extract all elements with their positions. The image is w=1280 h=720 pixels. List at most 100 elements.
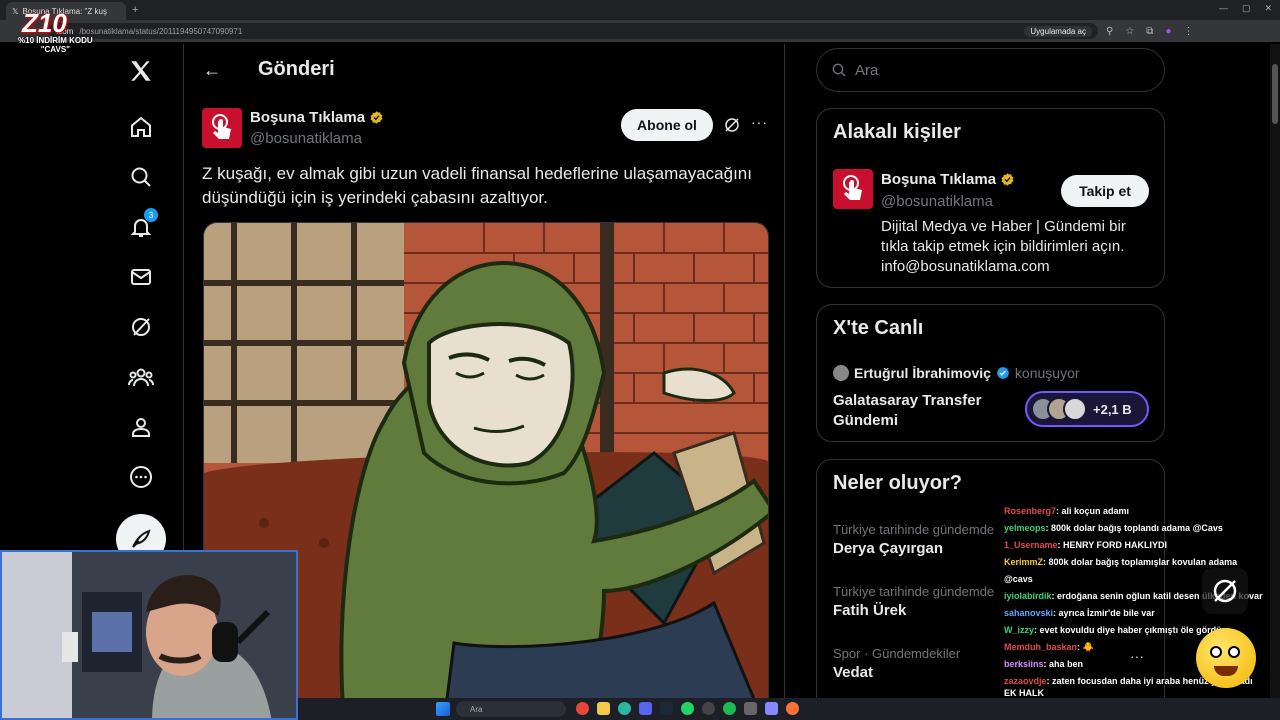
chat-username[interactable]: KerimmZ [1004,557,1043,567]
trend-context: Spor · Gündemdekiler [833,646,961,661]
trend-name[interactable]: Derya Çayırgan [833,540,943,557]
profile-icon[interactable] [128,414,154,440]
host-name: Ertuğrul İbrahimoviç [854,365,991,381]
chat-text: : 🐥 [1077,642,1094,652]
chat-username[interactable]: W_izzy [1004,625,1034,635]
window-controls: — ▢ ✕ [1219,3,1272,14]
browser-tab-bar: 𝕏 Boşuna Tıklama: "Z kuş + — ▢ ✕ [0,0,1280,20]
follow-button[interactable]: Takip et [1061,175,1149,207]
discord-icon[interactable] [639,702,652,715]
whatsapp-icon[interactable] [681,702,694,715]
post-more-options[interactable]: ··· [751,114,768,130]
listener-count: +2,1 B [1093,401,1132,417]
app-icon[interactable] [765,702,778,715]
listener-avatar [1063,397,1087,421]
feather-icon [132,529,151,548]
post-header: ← Gönderi [185,44,785,96]
chat-username[interactable]: berksiins [1004,659,1044,669]
firefox-icon[interactable] [786,702,799,715]
start-icon[interactable] [436,702,450,716]
search-icon[interactable] [128,164,154,190]
verified-blue-icon [997,367,1009,379]
x-favicon-icon: 𝕏 [12,6,19,16]
browser-menu-icon[interactable]: ⋮ [1183,26,1193,37]
stream-sponsor-logo: Z10 %10 İNDİRİM KODU "CAVS" [18,8,102,54]
live-on-x-card: X'te Canlı Ertuğrul İbrahimoviç konuşuyo… [816,304,1165,442]
edge-icon[interactable] [618,702,631,715]
author-name[interactable]: Boşuna Tıklama [250,109,384,126]
host-status: konuşuyor [1014,365,1080,381]
subscribe-button[interactable]: Abone ol [621,109,713,141]
chat-username[interactable]: Rosenberg7 [1004,506,1056,516]
notifications-icon[interactable]: 3 [128,208,158,240]
grok-icon[interactable] [128,314,154,340]
app-icon[interactable] [744,702,757,715]
trend-name[interactable]: Fatih Ürek [833,602,906,619]
close-icon[interactable]: ✕ [1264,3,1272,14]
related-name[interactable]: Boşuna Tıklama [881,171,1015,188]
chrome-icon[interactable] [576,702,589,715]
chat-username[interactable]: iyiolabirdik [1004,591,1052,601]
maximize-icon[interactable]: ▢ [1242,3,1251,14]
related-people-title: Alakalı kişiler [833,121,961,143]
trend-name[interactable]: Vedat [833,664,873,681]
author-name-text: Boşuna Tıklama [250,109,366,126]
taskbar-search[interactable]: Ara [456,701,566,717]
steam-icon[interactable] [660,702,673,715]
chat-username[interactable]: sahanovski [1004,608,1053,618]
sponsor-logo-text: Z10 [22,8,67,38]
profile-avatar-icon[interactable]: ● [1165,26,1171,37]
extensions-icon[interactable]: ⧉ [1146,26,1153,37]
obs-icon[interactable] [702,702,715,715]
related-handle[interactable]: @bosunatiklama [881,193,993,210]
space-title[interactable]: Galatasaray Transfer Gündemi [833,391,1013,431]
open-in-app-label: Uygulamada aç [1030,26,1086,36]
chat-username[interactable]: 1_Username [1004,540,1058,550]
scrollbar-thumb[interactable] [1272,64,1278,124]
spotify-icon[interactable] [723,702,736,715]
explorer-icon[interactable] [597,702,610,715]
search-icon [832,63,846,77]
back-arrow-icon[interactable]: ← [203,60,221,81]
new-tab-button[interactable]: + [132,4,138,16]
streamer-webcam [0,550,298,720]
hand-pointer-icon [212,114,231,139]
url-field[interactable]: .com/bosunatiklama/status/20111949507470… [48,23,1098,39]
chat-text: : aha ben [1043,659,1084,669]
search-placeholder: Ara [855,61,879,79]
minimize-icon[interactable]: — [1219,3,1228,14]
space-listeners-pill[interactable]: +2,1 B [1025,391,1149,427]
chat-username[interactable]: zazaovdje [1004,676,1047,686]
taskbar-search-label: Ara [470,704,483,714]
live-title: X'te Canlı [833,317,924,339]
communities-icon[interactable] [128,364,154,390]
zoom-icon[interactable]: ⚲ [1106,26,1113,37]
host-avatar [833,365,849,381]
bookmark-star-icon[interactable]: ☆ [1125,26,1134,37]
grok-explain-icon[interactable] [723,116,741,139]
messages-icon[interactable] [128,264,154,290]
open-in-app-button[interactable]: Uygulamada aç [1024,25,1092,37]
screen: { "browser": { "tab_title": "Boşuna Tıkl… [0,0,1280,720]
chat-text: : 800k dolar bağış toplamışlar kovulan a… [1043,557,1238,567]
x-logo-icon[interactable] [128,58,154,84]
search-input[interactable]: Ara [816,48,1165,92]
related-avatar[interactable] [833,169,873,209]
chat-message: 1_Username: HENRY FORD HAKLIYDI [1004,537,1280,554]
chat-text: : 800k dolar bağış toplandı adama @Cavs [1045,523,1223,533]
author-avatar[interactable] [202,108,242,148]
chat-username[interactable]: Memduh_baskan [1004,642,1077,652]
url-path: /bosunatiklama/status/201119495074709097… [79,26,243,36]
trends-title: Neler oluyor? [833,472,962,494]
more-icon[interactable] [128,464,154,490]
promo-line-1: %10 İNDİRİM KODU [18,36,93,45]
home-icon[interactable] [128,114,154,140]
chat-username[interactable]: yelmeops [1004,523,1046,533]
chat-more-icon[interactable]: ··· [1130,648,1144,664]
chat-text: @cavs [1004,574,1033,584]
author-handle[interactable]: @bosunatiklama [250,130,362,147]
taskbar-apps [576,702,799,715]
chat-tail-text: EK HALK [1004,688,1044,698]
live-host[interactable]: Ertuğrul İbrahimoviç konuşuyor [833,365,1080,381]
related-people-card: Alakalı kişiler Boşuna Tıklama @bosunati… [816,108,1165,288]
